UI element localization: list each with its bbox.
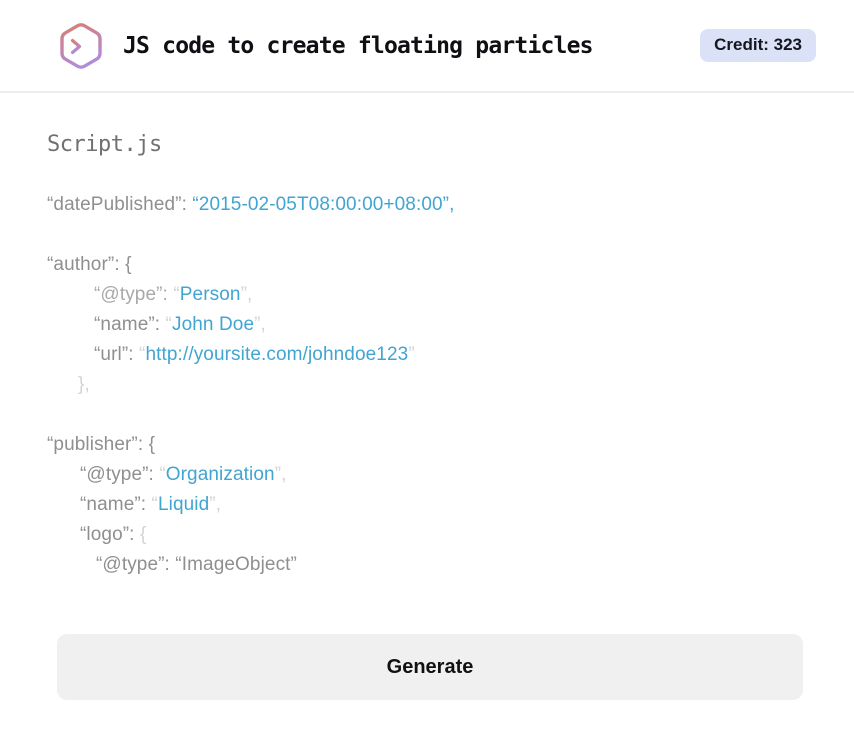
code-segment: ”,: [209, 494, 222, 515]
script-filename: Script.js: [47, 132, 162, 157]
page-title: JS code to create floating particles: [123, 32, 594, 59]
code-line: “datePublished”: “2015-02-05T08:00:00+08…: [47, 190, 807, 220]
code-segment: Person: [179, 284, 241, 305]
code-segment: “url”:: [94, 344, 140, 365]
code-line: },: [47, 370, 807, 400]
code-segment: “name”:: [94, 314, 166, 335]
code-line: “@type”: “ImageObject”: [47, 550, 807, 580]
main-content: Script.js “datePublished”: “2015-02-05T0…: [0, 132, 854, 580]
credit-badge: Credit: 323: [700, 29, 816, 62]
code-segment: “@type”:: [94, 284, 174, 305]
code-segment: ”: [408, 344, 415, 365]
code-segment: {: [139, 524, 147, 545]
code-segment: “2015-02-05T08:00:00+08:00”,: [192, 194, 455, 215]
code-segment: “author”: {: [47, 254, 132, 275]
code-segment: “@type”:: [80, 464, 160, 485]
code-segment: http://yoursite.com/johndoe123: [145, 344, 409, 365]
code-segment: ”,: [274, 464, 287, 485]
generate-button[interactable]: Generate: [57, 634, 803, 700]
code-segment: “datePublished”:: [47, 194, 193, 215]
code-line: “@type”: “Organization”,: [47, 460, 807, 490]
code-line: “name”: “Liquid”,: [47, 490, 807, 520]
code-line: “@type”: “Person”,: [47, 280, 807, 310]
code-segment: “name”:: [80, 494, 152, 515]
code-segment: ”,: [240, 284, 253, 305]
code-line: “url”: “http://yoursite.com/johndoe123”: [47, 340, 807, 370]
code-line: “author”: {: [47, 250, 807, 280]
code-line: “publisher”: {: [47, 430, 807, 460]
code-block: “datePublished”: “2015-02-05T08:00:00+08…: [47, 190, 807, 580]
code-segment: “publisher”: {: [47, 434, 156, 455]
code-segment: },: [78, 374, 90, 395]
code-segment: “logo”:: [80, 524, 140, 545]
app-header: JS code to create floating particles Cre…: [0, 0, 854, 93]
code-line: “logo”: {: [47, 520, 807, 550]
code-segment: John Doe: [171, 314, 255, 335]
code-segment: “@type”: “ImageObject”: [96, 554, 297, 575]
terminal-hexagon-icon: [60, 22, 102, 69]
button-row: Generate: [0, 634, 854, 700]
code-segment: Organization: [165, 464, 275, 485]
code-segment: ”,: [254, 314, 266, 335]
code-segment: Liquid: [157, 494, 210, 515]
code-line: “name”: “John Doe”,: [47, 310, 807, 340]
